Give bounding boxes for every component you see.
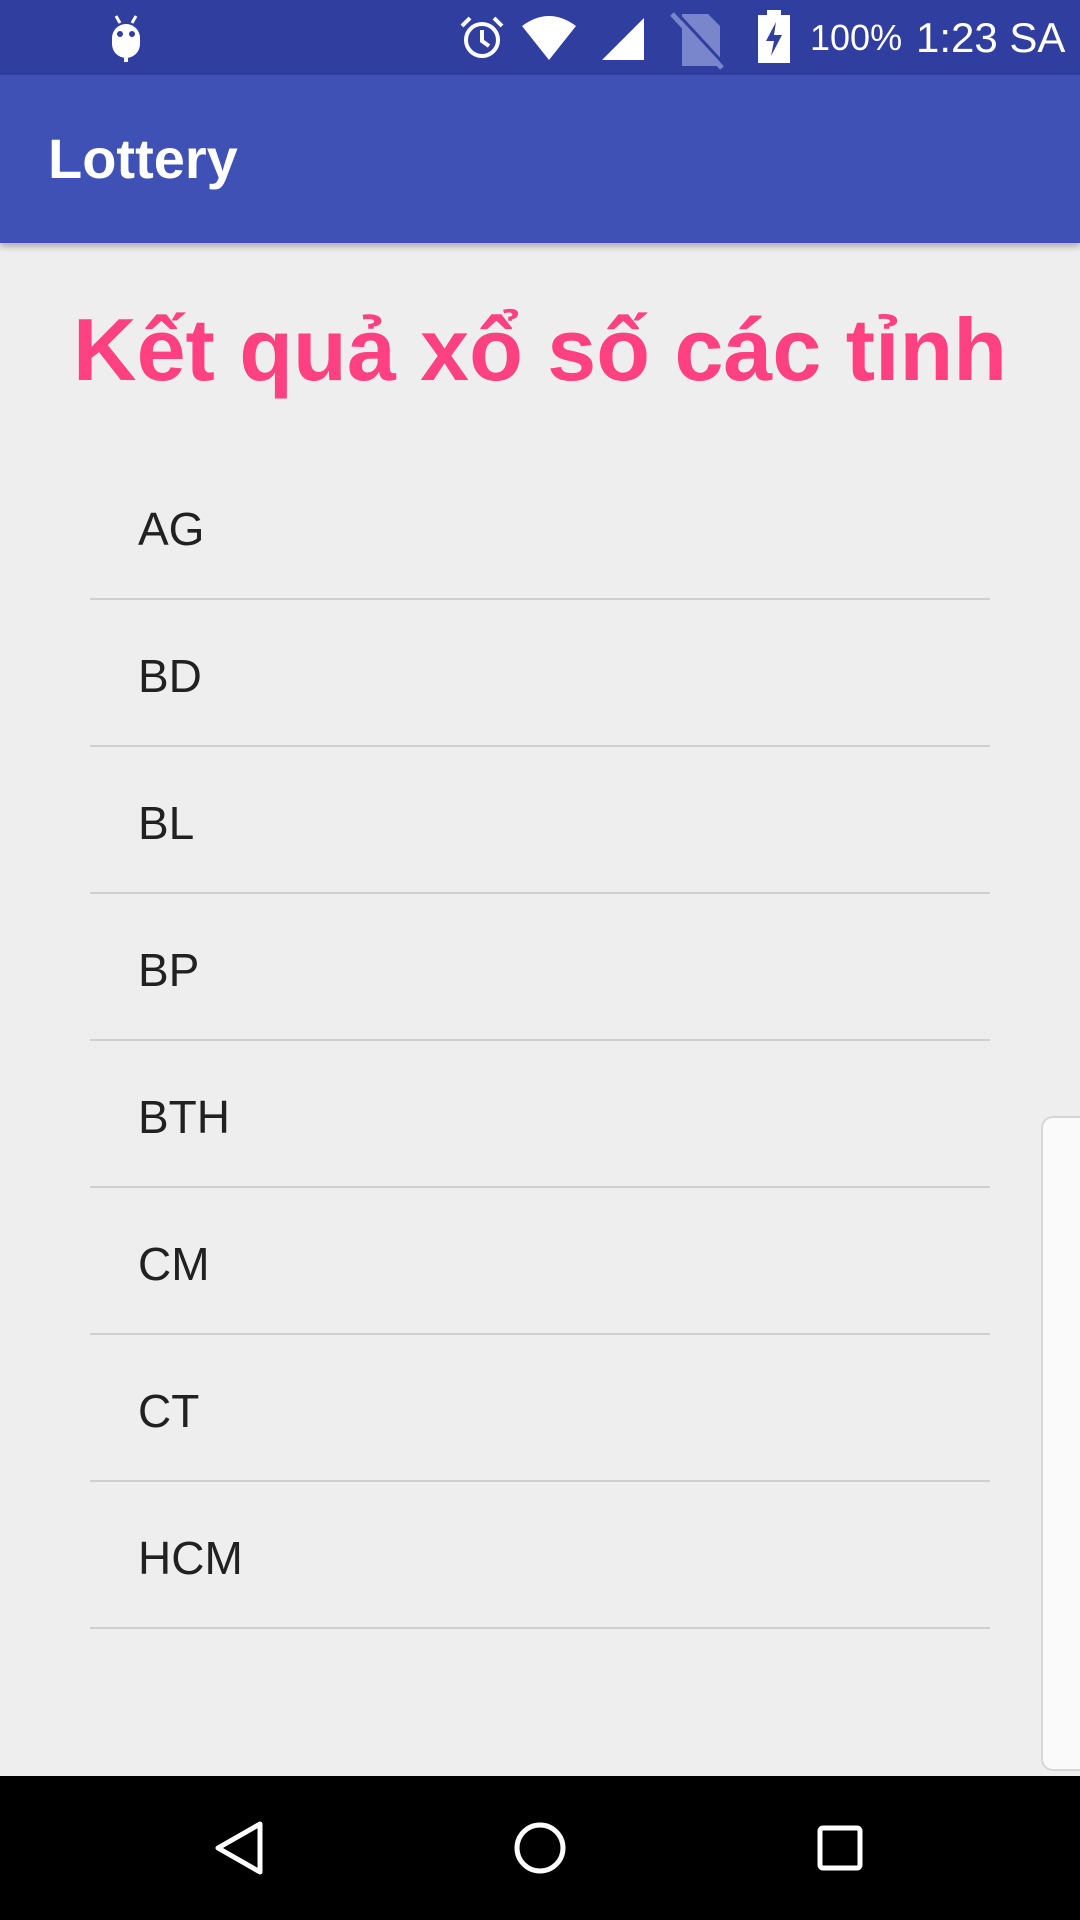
list-item-label: BP bbox=[138, 944, 200, 996]
list-item[interactable]: AG bbox=[90, 453, 990, 600]
battery-charging-icon bbox=[758, 10, 790, 63]
list-item[interactable]: BTH bbox=[90, 1041, 990, 1188]
battery-percent: 100% bbox=[810, 17, 903, 58]
page-heading: Kết quả xổ số các tỉnh bbox=[73, 300, 1007, 399]
list-item-label: AG bbox=[138, 503, 205, 555]
no-sim-icon bbox=[670, 10, 726, 70]
list-item[interactable]: BL bbox=[90, 747, 990, 894]
alarm-icon bbox=[460, 16, 504, 58]
list-item-label: BL bbox=[138, 797, 195, 849]
navigation-bar bbox=[0, 1776, 1080, 1920]
list-item[interactable]: CT bbox=[90, 1335, 990, 1482]
list-item[interactable]: HCM bbox=[90, 1482, 990, 1629]
status-bar: 100% 1:23 SA bbox=[0, 0, 1080, 75]
list-item[interactable]: CM bbox=[90, 1188, 990, 1335]
list-item-label: HCM bbox=[138, 1532, 243, 1584]
list-item-label: BD bbox=[138, 650, 202, 702]
list-item-label: CM bbox=[138, 1238, 210, 1290]
back-icon[interactable] bbox=[204, 1812, 276, 1884]
app-bar: Lottery bbox=[0, 75, 1080, 243]
province-list: AG BD BL BP BTH CM CT HCM bbox=[90, 453, 990, 1629]
list-item-label: CT bbox=[138, 1385, 200, 1437]
list-item-label: BTH bbox=[138, 1091, 230, 1143]
list-item[interactable]: BP bbox=[90, 894, 990, 1041]
android-debug-icon bbox=[112, 15, 140, 62]
recents-icon[interactable] bbox=[804, 1812, 876, 1884]
cell-signal-icon bbox=[602, 18, 644, 60]
scroll-indicator[interactable] bbox=[1041, 1116, 1080, 1771]
wifi-icon bbox=[522, 16, 576, 60]
home-icon[interactable] bbox=[504, 1812, 576, 1884]
app-title: Lottery bbox=[48, 127, 238, 190]
list-item[interactable]: BD bbox=[90, 600, 990, 747]
screen: 100% 1:23 SA Lottery Kết quả xổ số các t… bbox=[0, 0, 1080, 1920]
clock: 1:23 SA bbox=[916, 14, 1066, 61]
